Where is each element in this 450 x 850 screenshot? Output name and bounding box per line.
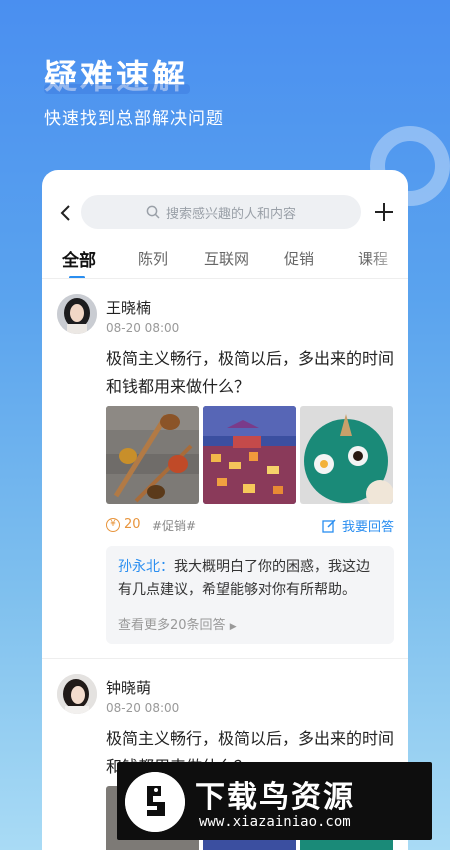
bird-logo-icon bbox=[125, 772, 185, 832]
search-input[interactable]: 搜索感兴趣的人和内容 bbox=[81, 195, 361, 229]
back-arrow-icon[interactable] bbox=[56, 203, 76, 223]
main-card: 搜索感兴趣的人和内容 全部 陈列 互联网 促销 课程 王晓楠 08-20 08:… bbox=[42, 170, 408, 850]
reply-content: 孙永北：我大概明白了你的困惑，我这边有几点建议，希望能够对你有所帮助。 bbox=[118, 556, 382, 602]
photo-grid bbox=[106, 406, 393, 504]
topic-tag[interactable]: #促销# bbox=[152, 517, 196, 534]
photo-night-city[interactable] bbox=[203, 406, 296, 504]
banner-title: 下载鸟资源 bbox=[195, 780, 355, 815]
user-name[interactable]: 钟晓萌 bbox=[106, 677, 151, 698]
tab-fade bbox=[368, 240, 408, 276]
divider bbox=[42, 278, 408, 279]
reward-coins: 20 bbox=[124, 517, 141, 532]
tab-promotion[interactable]: 促销 bbox=[284, 248, 314, 269]
photo-coffee-tray[interactable] bbox=[300, 406, 393, 504]
user-name[interactable]: 王晓楠 bbox=[106, 297, 151, 318]
reply-preview[interactable]: 孙永北：我大概明白了你的困惑，我这边有几点建议，希望能够对你有所帮助。 查看更多… bbox=[106, 546, 394, 644]
tab-internet[interactable]: 互联网 bbox=[204, 248, 249, 269]
answer-label: 我要回答 bbox=[341, 520, 394, 535]
tab-bar: 全部 陈列 互联网 促销 课程 bbox=[42, 246, 408, 280]
more-answers-link[interactable]: 查看更多20条回答 ▶ bbox=[118, 614, 382, 633]
question-text[interactable]: 极简主义畅行，极简以后，多出来的时间和钱都用来做什么？ bbox=[106, 345, 396, 401]
post-meta: ¥ 20 #促销# 我要回答 bbox=[106, 516, 394, 536]
banner-url: www.xiazainiao.com bbox=[199, 814, 351, 830]
more-answers-label: 查看更多20条回答 bbox=[118, 618, 226, 633]
reply-author[interactable]: 孙永北： bbox=[118, 559, 174, 575]
post-card[interactable]: 王晓楠 08-20 08:00 极简主义畅行，极简以后，多出来的时间和钱都用来做… bbox=[42, 294, 408, 654]
edit-icon bbox=[322, 518, 336, 533]
avatar[interactable] bbox=[57, 674, 97, 714]
answer-button[interactable]: 我要回答 bbox=[322, 516, 394, 535]
watermark-banner: 下载鸟资源 www.xiazainiao.com bbox=[117, 762, 432, 840]
caret-right-icon: ▶ bbox=[229, 622, 237, 632]
coin-icon: ¥ bbox=[106, 518, 120, 532]
post-time: 08-20 08:00 bbox=[106, 321, 180, 335]
top-bar: 搜索感兴趣的人和内容 bbox=[42, 195, 408, 231]
photo-spices[interactable] bbox=[106, 406, 199, 504]
hero-underline bbox=[44, 84, 190, 94]
post-separator bbox=[42, 658, 408, 659]
tab-display[interactable]: 陈列 bbox=[138, 248, 168, 269]
post-time: 08-20 08:00 bbox=[106, 701, 180, 715]
tab-all[interactable]: 全部 bbox=[62, 246, 96, 271]
hero-subtitle: 快速找到总部解决问题 bbox=[44, 109, 224, 129]
search-placeholder: 搜索感兴趣的人和内容 bbox=[165, 206, 296, 222]
search-icon bbox=[146, 205, 160, 219]
add-icon[interactable] bbox=[373, 201, 395, 223]
avatar[interactable] bbox=[57, 294, 97, 334]
